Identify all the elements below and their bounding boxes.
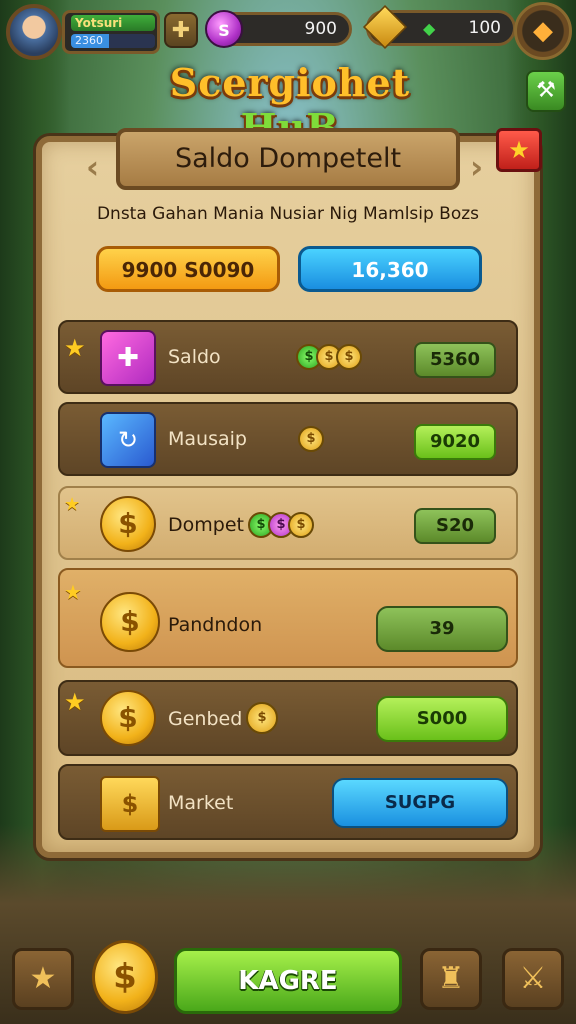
favorite-star-button[interactable]: ★ [496, 128, 542, 172]
coin-stack-icon: $ $ $ [248, 512, 314, 538]
chevron-right-icon[interactable]: › [470, 148, 483, 186]
main-action-button[interactable]: KAGRE [174, 948, 402, 1014]
hub-title-main: Scergiohet [169, 60, 411, 105]
nav-star-icon[interactable]: ★ [12, 948, 74, 1010]
gold-counter[interactable]: ◆ 100 [362, 4, 516, 50]
row-value-button[interactable]: SUGPG [332, 778, 508, 828]
hammer-icon[interactable]: ⚒ [526, 70, 566, 112]
panel-subtitle: Dnsta Gahan Mania Nusiar Nig Mamlsip Boz… [96, 204, 480, 224]
coin-icon: $ [246, 702, 278, 734]
gem-counter[interactable]: S 900 [205, 10, 352, 48]
balance-left-button[interactable]: 9900 S0090 [96, 246, 280, 292]
chevron-left-icon[interactable]: ‹ [86, 148, 99, 186]
nav-coin-icon[interactable]: $ [92, 940, 158, 1014]
coin-icon: $ [298, 426, 324, 452]
row-label: Mausaip [168, 428, 247, 450]
row-value-button[interactable]: 9020 [414, 424, 496, 460]
row-value-button[interactable]: 39 [376, 606, 508, 652]
list-item-genbed[interactable]: ★ $ Genbed $ S000 [58, 680, 518, 756]
star-icon: ★ [64, 688, 86, 716]
star-icon: ★ [64, 580, 82, 604]
gold-bars-icon: $ [100, 776, 160, 832]
coin-stack-icon: $ $ $ [296, 344, 362, 370]
gold-cube-icon [362, 4, 408, 50]
list-item-mausaip[interactable]: ↻ Mausaip $ 9020 [58, 402, 518, 476]
gold-value: 100 [468, 18, 501, 38]
row-label: Dompet [168, 514, 244, 536]
gem-value: 900 [304, 19, 337, 39]
panel-title: Saldo Dompetelt [116, 128, 460, 190]
row-value-button[interactable]: S20 [414, 508, 496, 544]
coin-icon: $ [100, 690, 156, 746]
avatar[interactable] [6, 4, 62, 60]
list-item-saldo[interactable]: ★ ✚ Saldo $ $ $ 5360 [58, 320, 518, 394]
coin-icon: $ [100, 496, 156, 552]
player-stats-box: Yotsuri 2360 [62, 10, 160, 54]
level-value: 2360 [71, 34, 155, 48]
top-hud: Yotsuri 2360 ✚ S 900 ◆ 100 ◆ [0, 0, 576, 60]
row-label: Pandndon [168, 614, 263, 636]
row-value-button[interactable]: S000 [376, 696, 508, 742]
green-arrow-icon: ◆ [423, 19, 436, 38]
coin-icon: $ [100, 592, 160, 652]
add-stat-button[interactable]: ✚ [164, 12, 198, 48]
xp-label: Yotsuri [71, 15, 155, 31]
row-label: Saldo [168, 346, 221, 368]
gift-box-icon: ✚ [100, 330, 156, 386]
shield-icon[interactable]: ◆ [514, 2, 572, 60]
list-item-dompet[interactable]: ★ $ Dompet $ $ $ S20 [58, 486, 518, 560]
row-label: Genbed [168, 708, 243, 730]
blue-badge-icon: ↻ [100, 412, 156, 468]
balance-right-button[interactable]: 16,360 [298, 246, 482, 292]
list-item-pandndon[interactable]: ★ $ Pandndon 39 [58, 568, 518, 668]
nav-tools-icon[interactable]: ⚔ [502, 948, 564, 1010]
row-value-button[interactable]: 5360 [414, 342, 496, 378]
star-icon: ★ [64, 334, 86, 362]
row-label: Market [168, 792, 234, 814]
gem-icon: S [205, 10, 243, 48]
nav-trophy-icon[interactable]: ♜ [420, 948, 482, 1010]
star-icon: ★ [64, 494, 81, 515]
list-item-market[interactable]: $ Market SUGPG [58, 764, 518, 840]
